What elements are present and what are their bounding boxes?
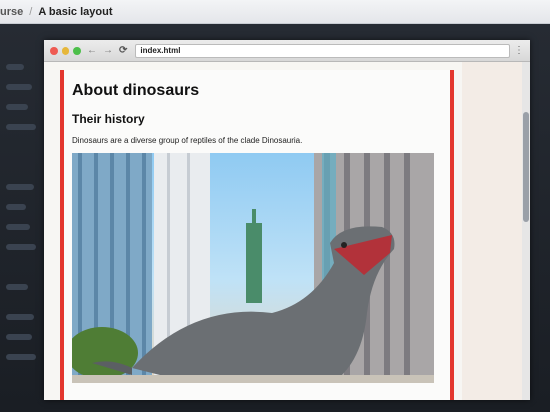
browser-toolbar: ← → ⟳ index.html ⋮: [44, 40, 530, 62]
page-title: About dinosaurs: [72, 82, 200, 99]
vertical-scrollbar[interactable]: [522, 62, 530, 400]
code-line: [6, 284, 28, 290]
code-line: [6, 244, 36, 250]
course-breadcrumb: urse / A basic layout: [0, 0, 550, 24]
distant-tower: [246, 223, 262, 303]
code-line: [6, 314, 34, 320]
code-line: [6, 204, 26, 210]
code-line: [6, 64, 24, 70]
breadcrumb-parent[interactable]: urse: [0, 6, 23, 18]
browser-window: ← → ⟳ index.html ⋮ About dinosaurs Their…: [44, 40, 530, 400]
scrollbar-thumb[interactable]: [523, 112, 529, 222]
menu-icon[interactable]: ⋮: [514, 45, 524, 56]
close-window-icon[interactable]: [50, 46, 58, 55]
ground: [72, 375, 434, 383]
reload-icon[interactable]: ⟳: [119, 45, 127, 56]
page-subtitle: Their history: [72, 112, 145, 126]
page-viewport: About dinosaurs Their history Dinosaurs …: [44, 62, 530, 400]
code-line: [6, 334, 32, 340]
code-line: [6, 104, 28, 110]
dinosaur-eye: [341, 242, 347, 248]
address-text: index.html: [140, 46, 181, 55]
code-line: [6, 124, 36, 130]
address-bar[interactable]: index.html: [135, 43, 510, 58]
page-right-margin: [462, 62, 522, 400]
page-paragraph: Dinosaurs are a diverse group of reptile…: [72, 136, 303, 145]
breadcrumb-current: A basic layout: [38, 5, 113, 18]
page-content-column: About dinosaurs Their history Dinosaurs …: [60, 70, 454, 400]
breadcrumb-separator: /: [29, 5, 33, 18]
distant-tower-spire: [252, 209, 256, 225]
tower-right-stripe: [404, 153, 410, 383]
photo-illustration: [72, 153, 434, 383]
back-arrow-icon[interactable]: ←: [87, 45, 97, 56]
code-line: [6, 184, 34, 190]
forward-arrow-icon[interactable]: →: [103, 45, 113, 56]
code-line: [6, 354, 36, 360]
code-line: [6, 224, 30, 230]
tower-left-stripe: [142, 153, 146, 383]
dinosaur-city-photo: [72, 153, 434, 383]
minimize-window-icon[interactable]: [61, 46, 70, 55]
code-line: [6, 84, 32, 90]
maximize-window-icon[interactable]: [73, 46, 82, 55]
tower-right-stripe: [384, 153, 390, 383]
